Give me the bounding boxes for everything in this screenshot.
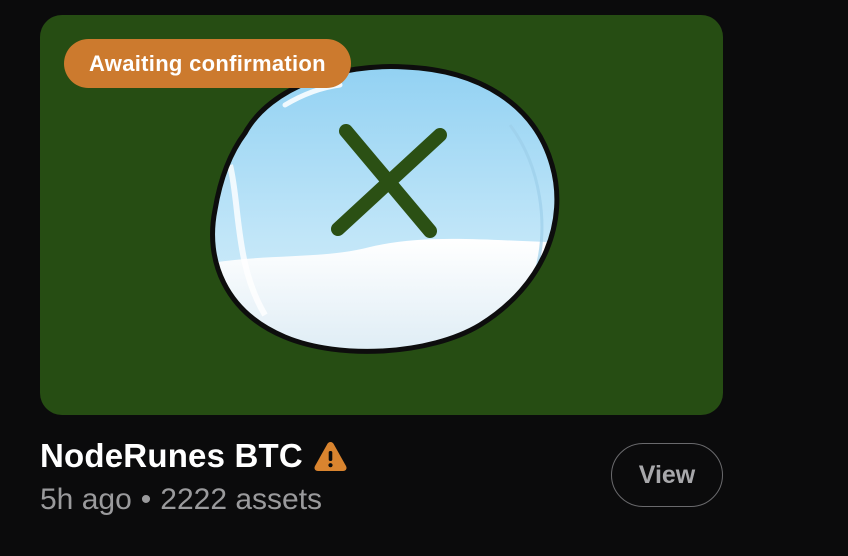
collection-meta: 5h ago • 2222 assets	[40, 480, 322, 520]
title-row: NodeRunes BTC	[40, 434, 348, 478]
collection-title[interactable]: NodeRunes BTC	[40, 437, 303, 475]
meta-separator: •	[140, 483, 152, 516]
collection-card: Awaiting confirmation NodeRunes BTC 5h a…	[0, 0, 848, 556]
status-badge: Awaiting confirmation	[64, 39, 351, 88]
view-button[interactable]: View	[611, 443, 723, 507]
time-ago: 5h ago	[40, 483, 132, 516]
asset-count: 2222 assets	[160, 483, 323, 516]
warning-triangle-icon[interactable]	[313, 440, 348, 472]
